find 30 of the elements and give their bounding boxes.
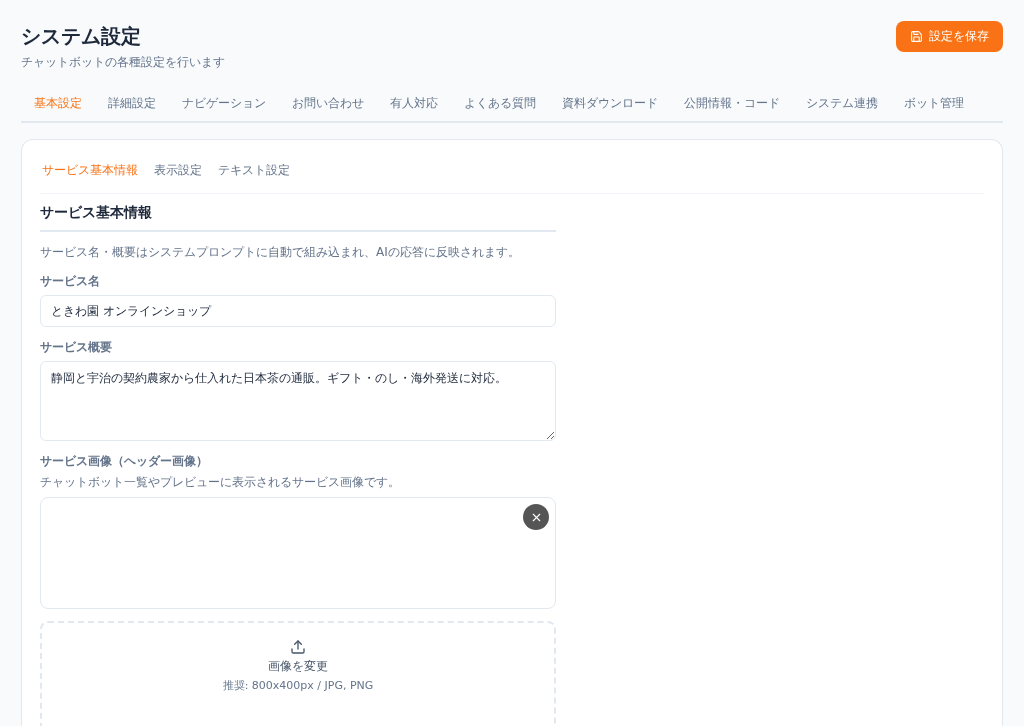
field-label: サービス名 [40,273,101,290]
field-label: サービス概要 [40,339,113,356]
settings-tab[interactable]: 公開情報・コード [671,89,793,121]
upload-icon [290,639,306,655]
field-label: サービス画像（ヘッダー画像） [40,453,209,470]
settings-tab[interactable]: ボット管理 [891,89,977,121]
upload-hint: 推奨: 800x400px / JPG, PNG [222,678,374,693]
settings-tab[interactable]: よくある質問 [451,89,549,121]
section-heading: サービス基本情報 [40,204,556,232]
settings-tab[interactable]: 基本設定 [21,89,95,121]
section-note: サービス名・概要はシステムプロンプトに自動で組み込まれ、AIの応答に反映されます。 [40,244,521,261]
page-subtitle: チャットボットの各種設定を行います [21,54,225,71]
settings-tab[interactable]: システム連携 [793,89,891,121]
settings-tab[interactable]: 有人対応 [377,89,451,121]
service-name-field[interactable]: ときわ園 オンラインショップ [40,295,556,327]
settings-tab[interactable]: 詳細設定 [95,89,169,121]
save-icon [910,30,923,43]
sub-tab[interactable]: サービス基本情報 [40,158,140,183]
settings-tab[interactable]: ナビゲーション [169,89,279,121]
sub-tab[interactable]: 表示設定 [152,158,204,183]
service-summary-field[interactable]: 静岡と宇治の契約農家から仕入れた日本茶の通販。ギフト・のし・海外発送に対応。 [40,361,556,441]
settings-tab[interactable]: 資料ダウンロード [549,89,671,121]
sub-tab[interactable]: テキスト設定 [216,158,292,183]
save-button[interactable]: 設定を保存 [896,21,1003,52]
upload-label: 画像を変更 [268,658,328,675]
close-button[interactable] [523,504,549,530]
upload-dropzone[interactable]: 画像を変更 推奨: 800x400px / JPG, PNG [40,621,556,726]
page-title: システム設定 [21,23,142,50]
settings-tab[interactable]: お問い合わせ [279,89,377,121]
field-hint: チャットボット一覧やプレビューに表示されるサービス画像です。 [40,474,401,491]
